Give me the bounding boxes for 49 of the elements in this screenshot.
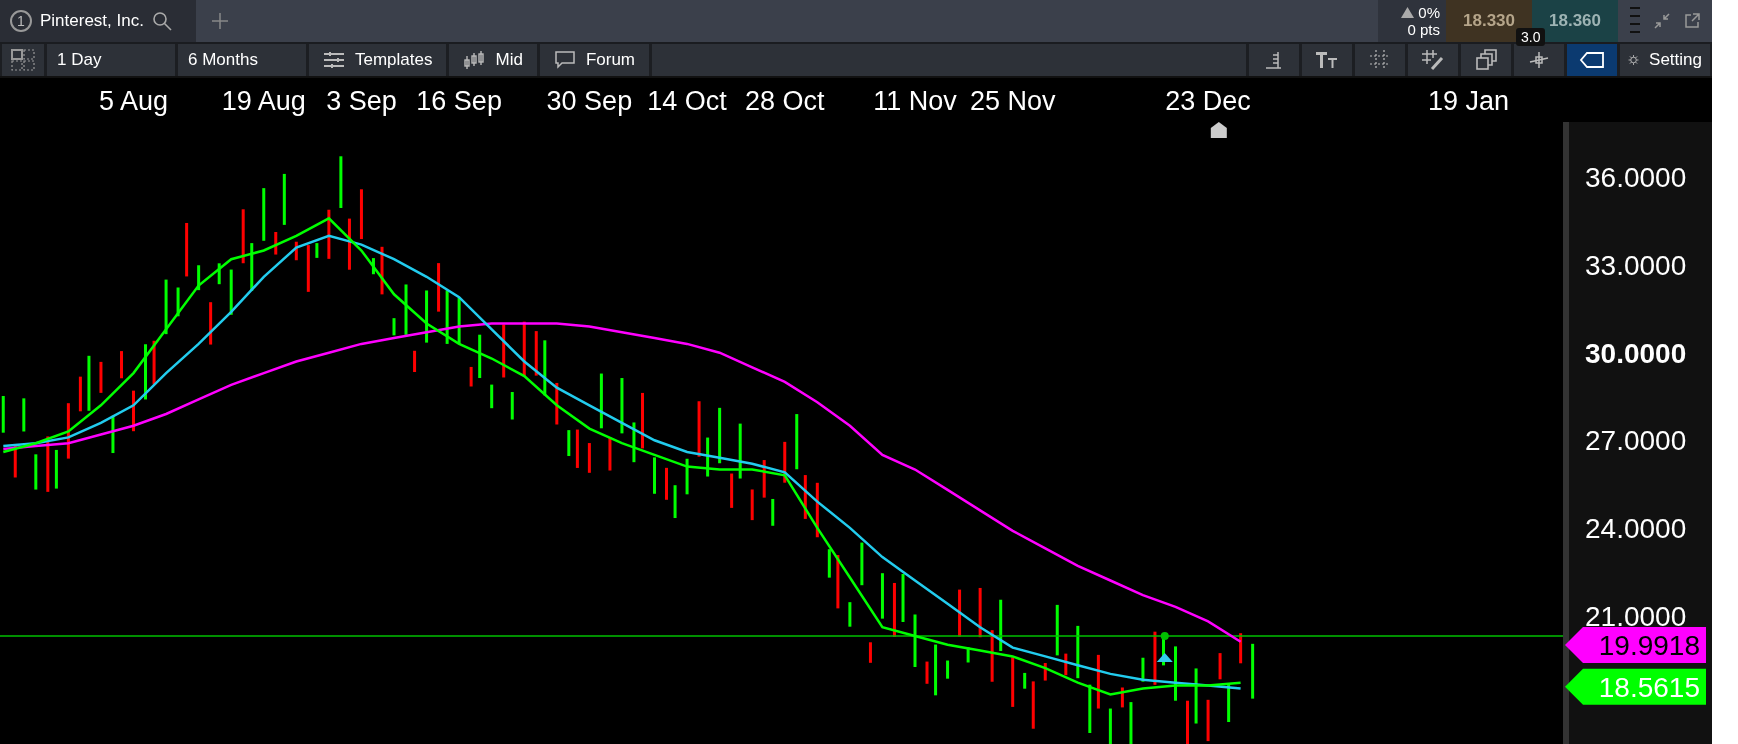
grid-pen-tool-button[interactable] [1408, 44, 1458, 76]
collapse-icon[interactable] [1654, 13, 1670, 29]
price-axis-label: 36.0000 [1585, 162, 1687, 194]
date-label: 19 Jan [1428, 86, 1510, 116]
crosshair-tool-button[interactable] [1514, 44, 1564, 76]
candlestick-icon [463, 50, 486, 70]
tag-tool-button[interactable] [1567, 44, 1617, 76]
change-percent: 0% [1418, 4, 1440, 21]
list-tool-button[interactable] [1249, 44, 1299, 76]
price-axis-label: 27.0000 [1585, 425, 1687, 457]
date-label: 30 Sep [546, 86, 633, 116]
price-axis-label: 24.0000 [1585, 512, 1687, 544]
date-label: 3 Sep [326, 86, 397, 116]
instrument-tab[interactable]: 1 Pinterest, Inc. [0, 0, 196, 42]
forum-button[interactable]: Forum [539, 44, 649, 76]
tag-icon [1579, 51, 1605, 69]
price-axis-label: 33.0000 [1585, 250, 1687, 282]
grid-icon [1369, 49, 1391, 71]
windows-tool-button[interactable] [1461, 44, 1511, 76]
date-label: 11 Nov [873, 86, 957, 116]
up-triangle-icon [1401, 7, 1415, 18]
grid-pen-icon [1421, 49, 1445, 71]
text-size-icon [1315, 50, 1339, 70]
popout-icon[interactable] [1684, 13, 1700, 29]
instrument-name: Pinterest, Inc. [40, 11, 144, 31]
sliders-icon [323, 51, 345, 69]
settings-button[interactable]: Setting [1620, 44, 1710, 76]
tab-number: 1 [10, 10, 32, 32]
mid-button[interactable]: Mid [449, 44, 537, 76]
templates-button[interactable]: Templates [309, 44, 447, 76]
layout-button[interactable] [2, 44, 44, 76]
speech-bubble-icon [553, 50, 576, 70]
date-label: 16 Sep [416, 86, 502, 116]
date-label: 19 Aug [221, 86, 306, 116]
price-axis-label: 30.0000 [1585, 337, 1687, 369]
text-size-tool-button[interactable] [1302, 44, 1352, 76]
search-icon[interactable] [151, 11, 172, 31]
windows-icon [1475, 49, 1497, 71]
date-label: 5 Aug [98, 86, 169, 116]
change-points: 0 pts [1407, 21, 1440, 38]
grid-tool-button[interactable] [1355, 44, 1405, 76]
date-label: 14 Oct [647, 86, 727, 116]
crosshair-icon [1528, 49, 1550, 71]
date-label: 25 Nov [969, 86, 1056, 116]
range-dropdown[interactable]: 6 Months [178, 44, 306, 76]
spread-badge: 3.0 [1516, 28, 1546, 46]
date-label: 23 Dec [1165, 86, 1251, 116]
date-label: 28 Oct [745, 86, 825, 116]
interval-dropdown[interactable]: 1 Day [47, 44, 175, 76]
